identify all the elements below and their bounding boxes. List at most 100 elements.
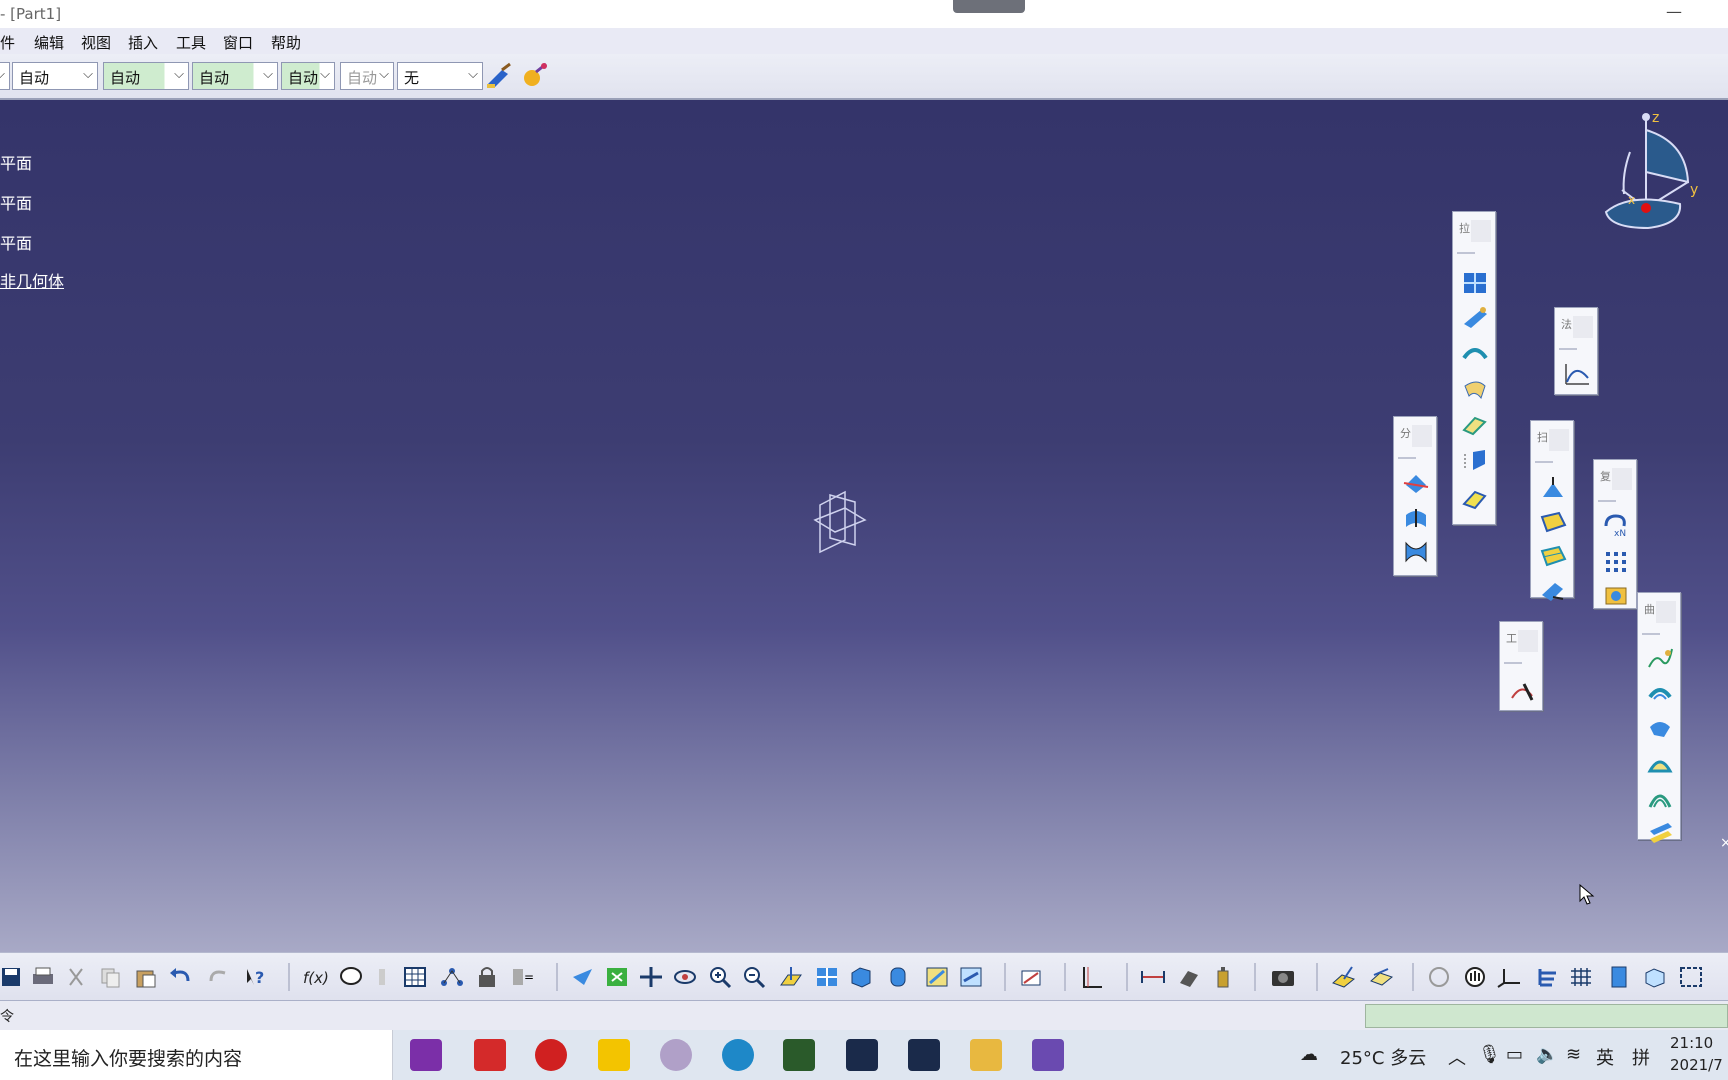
hide-show-icon[interactable] [924,965,950,989]
weather-text[interactable]: 25°C 多云 [1340,1044,1426,1070]
print-icon[interactable] [30,965,56,989]
tree-item-xy-plane[interactable]: 平面 [0,150,32,174]
repetition-icon[interactable]: xN [1602,512,1630,538]
axis-icon[interactable] [1078,965,1104,989]
sticky-notes-icon[interactable] [598,1039,630,1071]
save-icon[interactable] [0,965,26,989]
connect-curve-icon[interactable] [1646,785,1674,811]
huya-icon[interactable] [535,1039,567,1071]
parallel-curve-icon[interactable] [1646,819,1674,845]
law-curve-icon[interactable] [1563,360,1591,386]
solid-icon[interactable] [1606,965,1632,989]
work-on-support-icon[interactable] [1330,965,1356,989]
battery-icon[interactable]: ▭ [1506,1044,1523,1065]
menu-file[interactable]: 件 [0,32,15,53]
fillet-icon[interactable] [1539,509,1567,535]
linetype-combo[interactable]: 自动 ⌵ [281,62,335,90]
paste-icon[interactable] [133,965,159,989]
menu-window[interactable]: 窗口 [223,32,253,53]
variable-fillet-icon[interactable] [1539,543,1567,569]
rotate-icon[interactable] [672,965,698,989]
merge-icon[interactable] [1426,965,1452,989]
catalog-icon[interactable] [438,965,464,989]
lock-icon[interactable] [474,965,500,989]
clock[interactable]: 21:10 2021/7 [1670,1032,1728,1076]
multi-sections-icon[interactable] [1461,304,1489,330]
swap-visible-space-icon[interactable] [958,965,984,989]
helix-icon[interactable] [1646,681,1674,707]
paintbrush-icon[interactable] [484,62,514,90]
axis-system-toolbar-icon[interactable] [1496,965,1522,989]
measure-item-icon[interactable] [1176,965,1202,989]
fit-all-icon[interactable] [604,965,630,989]
trim-icon[interactable] [1402,505,1430,531]
command-input[interactable] [1365,1004,1728,1028]
microphone-icon[interactable]: 🎙 [1478,1044,1501,1065]
3d-viewport[interactable]: 平面 平面 平面 非几何体 z y x 拉 法 分 扫 复 xN 曲 工 × [0,100,1728,952]
fill-icon[interactable] [1461,270,1489,296]
extrude-icon[interactable] [1461,340,1489,366]
measure-inertia-icon[interactable] [1210,965,1236,989]
input-language[interactable]: 英 [1596,1044,1614,1070]
file-explorer-icon[interactable] [970,1039,1002,1071]
knowledge-icon[interactable] [370,965,396,989]
revolve-icon[interactable] [1461,376,1489,402]
powercopy-icon[interactable] [1602,582,1630,608]
tree-icon[interactable] [1534,965,1560,989]
sketcher-icon[interactable] [1018,965,1044,989]
onenote-icon[interactable] [410,1039,442,1071]
app-icon[interactable] [660,1039,692,1071]
parameters-icon[interactable]: = [510,965,536,989]
undo-icon[interactable] [168,965,194,989]
color-combo[interactable]: 自动 ⌵ [12,62,98,90]
iso-view-icon[interactable] [848,965,874,989]
partial-combo[interactable]: ⌵ [0,62,10,90]
analysis-icon[interactable] [1508,678,1536,704]
sweep-icon[interactable] [1461,448,1489,474]
screen-share-handle[interactable] [953,0,1025,13]
taskbar-search[interactable]: 在这里输入你要搜索的内容 [0,1030,393,1080]
offset-icon[interactable] [1461,412,1489,438]
fullscreen-icon[interactable] [1678,965,1704,989]
hand-icon[interactable] [1462,965,1488,989]
grid-icon[interactable] [1568,965,1594,989]
photos-icon[interactable] [1032,1039,1064,1071]
catia-icon-1[interactable] [846,1039,878,1071]
properties-painter-icon[interactable] [520,60,550,90]
close-panel-icon[interactable]: × [1720,835,1728,851]
view-icon[interactable] [1642,965,1668,989]
capture-icon[interactable] [1270,965,1296,989]
tree-item-yz-plane[interactable]: 平面 [0,190,32,214]
show-hidden-icons-icon[interactable]: ︿ [1448,1044,1466,1070]
copy-icon[interactable] [98,965,124,989]
line-thickness-combo[interactable]: 自动 ⌵ [192,62,278,90]
menu-tools[interactable]: 工具 [176,32,206,53]
menu-insert[interactable]: 插入 [128,32,158,53]
wifi-icon[interactable]: ≋ [1566,1044,1581,1065]
compass-icon[interactable]: z y x [1600,112,1700,237]
weather-icon[interactable]: ☁ [1300,1044,1318,1065]
redo-icon[interactable] [207,965,233,989]
volume-icon[interactable]: 🔈 [1536,1044,1558,1065]
menu-view[interactable]: 视图 [81,32,111,53]
shading-icon[interactable] [886,965,912,989]
zoom-out-icon[interactable] [742,965,768,989]
whats-this-icon[interactable]: ? [243,965,269,989]
tree-item-geometry[interactable]: 非几何体 [0,268,64,292]
3ds-icon[interactable] [783,1039,815,1071]
corner-icon[interactable] [1646,751,1674,777]
transparency-combo[interactable]: 自动 ⌵ [103,62,189,90]
tree-item-zx-plane[interactable]: 平面 [0,230,32,254]
pattern-icon[interactable] [1602,548,1630,574]
edge-icon[interactable] [722,1039,754,1071]
ime-mode[interactable]: 拼 [1632,1044,1650,1070]
translate-icon[interactable] [1539,577,1567,603]
multi-view-icon[interactable] [814,965,840,989]
normal-view-icon[interactable] [778,965,804,989]
snap-to-point-icon[interactable] [1368,965,1394,989]
layer-combo[interactable]: 无 ⌵ [397,62,483,90]
zoom-in-icon[interactable] [708,965,734,989]
minimize-button[interactable]: — [1666,2,1682,21]
extrapolate-icon[interactable] [1539,475,1567,501]
spiral-icon[interactable] [1646,715,1674,741]
